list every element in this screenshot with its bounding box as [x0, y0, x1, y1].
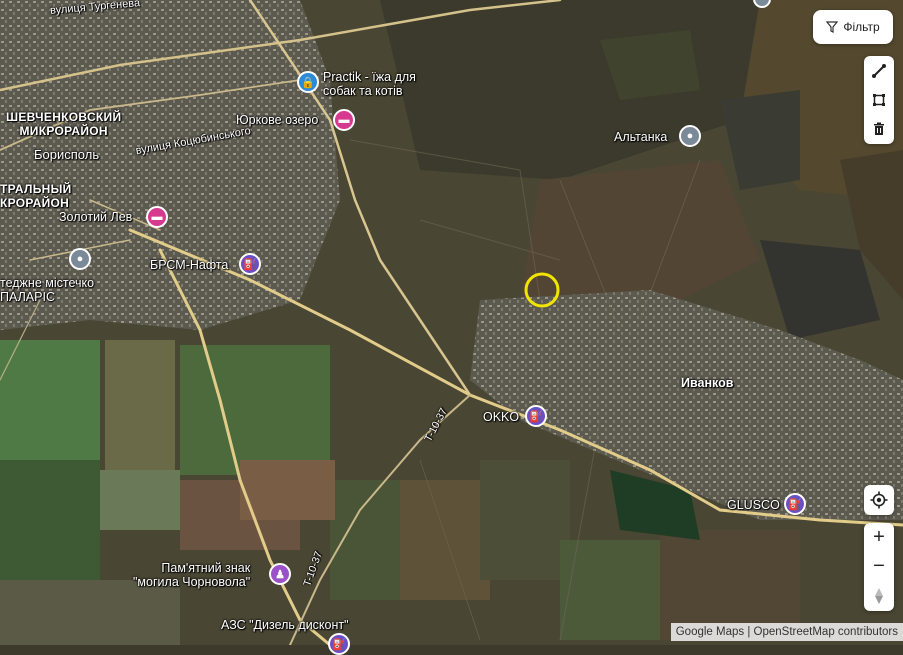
draw-line-button[interactable]: [864, 56, 894, 85]
hotel-bed-icon[interactable]: ▬: [146, 206, 168, 228]
attribution-separator: |: [744, 626, 754, 638]
place-pin-icon[interactable]: ●: [69, 248, 91, 270]
poi-label-yurkove[interactable]: Юркове озеро: [236, 113, 318, 127]
gas-station-icon[interactable]: ⛽: [784, 493, 806, 515]
satellite-map[interactable]: [0, 0, 903, 645]
draw-toolbar: [864, 56, 894, 144]
shopping-bag-icon[interactable]: 🔒: [297, 71, 319, 93]
poi-label-azs[interactable]: АЗС "Дизель дисконт": [221, 618, 349, 632]
draw-polygon-icon: [873, 93, 885, 106]
trash-icon: [874, 122, 884, 135]
compass-button[interactable]: [864, 581, 894, 610]
poi-label-practik[interactable]: Practik - їжа для собак та котів: [323, 70, 416, 98]
poi-label-altanka[interactable]: Альтанка: [614, 130, 667, 144]
attribution-osm-link[interactable]: OpenStreetMap contributors: [754, 626, 898, 638]
draw-polygon-button[interactable]: [864, 85, 894, 114]
zoom-out-button[interactable]: −: [864, 552, 894, 581]
place-label-central: ТРАЛЬНЫЙ КРОРАЙОН: [0, 182, 72, 210]
place-label-ivankov: Иванков: [681, 376, 734, 390]
compass-icon: [875, 587, 883, 604]
draw-line-icon: [872, 63, 886, 78]
hotel-bed-icon[interactable]: ▬: [333, 109, 355, 131]
poi-label-glusco[interactable]: GLUSCO: [727, 498, 780, 512]
gas-station-icon[interactable]: ⛽: [525, 405, 547, 427]
crosshair-locate-icon: [870, 491, 888, 509]
filter-button-label: Фільтр: [843, 20, 880, 34]
delete-drawing-button[interactable]: [864, 114, 894, 143]
monument-icon[interactable]: ♟: [269, 563, 291, 585]
place-pin-icon[interactable]: ●: [679, 125, 701, 147]
map-attribution: Google Maps | OpenStreetMap contributors: [670, 623, 903, 641]
zoom-in-button[interactable]: +: [864, 523, 894, 552]
filter-button[interactable]: Фільтр: [813, 10, 893, 44]
gas-station-icon[interactable]: ⛽: [239, 253, 261, 275]
place-label-shevchenko: ШЕВЧЕНКОВСКИЙ МИКРОРАЙОН: [6, 110, 122, 138]
poi-label-okko[interactable]: OKKO: [483, 410, 519, 424]
filter-funnel-icon: [826, 21, 839, 33]
locate-me-button[interactable]: [864, 485, 894, 515]
poi-label-brsm[interactable]: БРСМ-Нафта: [150, 258, 228, 272]
place-label-palaris: теджне містечко ПАЛАРІС: [0, 276, 95, 304]
attribution-google-link[interactable]: Google Maps: [676, 626, 744, 638]
place-label-boryspil: Борисполь: [34, 147, 100, 162]
poi-label-zolotyi-lev[interactable]: Золотий Лев: [59, 210, 132, 224]
zoom-controls: + −: [864, 523, 894, 611]
poi-label-memorial[interactable]: Пам'ятний знак "могила Чорновола": [133, 561, 250, 589]
gas-station-icon[interactable]: ⛽: [328, 633, 350, 655]
